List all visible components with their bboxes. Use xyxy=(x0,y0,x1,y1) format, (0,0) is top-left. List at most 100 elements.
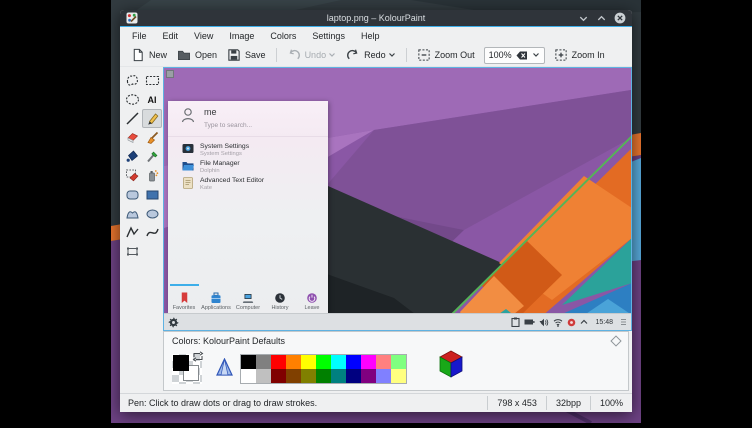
tool-curve[interactable] xyxy=(142,223,162,242)
canvas-viewport[interactable]: me Type to search... System Settings Sys… xyxy=(163,67,632,331)
tool-rounded-rectangle[interactable] xyxy=(122,185,142,204)
tool-zoom[interactable] xyxy=(122,242,142,261)
zoom-level-combobox[interactable]: 100% xyxy=(484,47,545,64)
menu-image[interactable]: Image xyxy=(221,29,262,43)
palette-color[interactable] xyxy=(271,355,286,369)
tool-brush[interactable] xyxy=(142,128,162,147)
palette-color[interactable] xyxy=(301,355,316,369)
tool-line[interactable] xyxy=(122,109,142,128)
launcher-item-system-settings: System Settings System Settings xyxy=(168,142,328,159)
palette-color[interactable] xyxy=(391,355,406,369)
tool-color-picker[interactable] xyxy=(142,147,162,166)
menu-file[interactable]: File xyxy=(124,29,155,43)
launcher-tab-applications: Applications xyxy=(200,284,232,313)
volume-icon xyxy=(539,318,549,327)
zoom-in-button[interactable]: Zoom In xyxy=(549,46,610,64)
foreground-color-swatch[interactable] xyxy=(173,355,189,371)
rounded-rectangle-icon xyxy=(125,187,140,202)
ellipse-icon xyxy=(145,206,160,221)
palette-color[interactable] xyxy=(256,369,271,383)
palette-color[interactable] xyxy=(241,369,256,383)
color-similarity-cube-icon[interactable] xyxy=(438,350,464,378)
palette-color[interactable] xyxy=(241,355,256,369)
tool-selection-elliptical[interactable] xyxy=(122,90,142,109)
palette-color[interactable] xyxy=(331,369,346,383)
new-label: New xyxy=(149,50,167,60)
launcher-item-title: Advanced Text Editor xyxy=(200,177,264,184)
palette-color[interactable] xyxy=(331,355,346,369)
window-controls xyxy=(578,12,626,24)
palette-color[interactable] xyxy=(361,355,376,369)
menu-settings[interactable]: Settings xyxy=(304,29,353,43)
tool-rectangle[interactable] xyxy=(142,185,162,204)
launcher-tab-label: Leave xyxy=(305,305,320,311)
undo-button[interactable]: Undo xyxy=(282,46,342,64)
zoom-out-button[interactable]: Zoom Out xyxy=(412,46,480,64)
leave-power-icon xyxy=(306,292,318,304)
palette-color[interactable] xyxy=(361,369,376,383)
tool-connected-lines[interactable] xyxy=(122,223,142,242)
curve-icon xyxy=(145,225,160,240)
redo-dropdown-icon[interactable] xyxy=(388,52,396,58)
launcher-tab-favorites: Favorites xyxy=(168,284,200,313)
palette-color[interactable] xyxy=(376,369,391,383)
file-manager-icon xyxy=(182,160,194,172)
tool-eraser[interactable] xyxy=(122,128,142,147)
foreground-background-swatch[interactable] xyxy=(172,354,202,384)
open-button[interactable]: Open xyxy=(172,46,222,64)
menu-help[interactable]: Help xyxy=(353,29,388,43)
clear-text-icon[interactable] xyxy=(516,51,528,60)
redo-button[interactable]: Redo xyxy=(341,46,401,64)
brush-tool-icon xyxy=(145,130,160,145)
palette-color[interactable] xyxy=(271,369,286,383)
new-button[interactable]: New xyxy=(126,46,172,64)
palette-color[interactable] xyxy=(346,369,361,383)
maximize-icon[interactable] xyxy=(596,13,607,24)
close-icon[interactable] xyxy=(614,12,626,24)
palette-color[interactable] xyxy=(316,369,331,383)
main-toolbar: New Open Save Undo xyxy=(120,44,632,67)
eraser-tool-icon xyxy=(125,130,140,145)
applications-icon xyxy=(210,292,222,304)
launcher-item-subtitle: System Settings xyxy=(200,151,242,157)
palette-color[interactable] xyxy=(376,355,391,369)
undo-icon xyxy=(287,48,301,62)
canvas-corner-grip xyxy=(166,70,174,78)
launcher-active-tab-indicator xyxy=(170,284,199,286)
minimize-icon[interactable] xyxy=(578,13,589,24)
zoom-in-label: Zoom In xyxy=(572,50,605,60)
toolbar-separator xyxy=(276,48,277,62)
palette-color[interactable] xyxy=(256,355,271,369)
tool-polygon[interactable] xyxy=(122,204,142,223)
launcher-item-text-editor: Advanced Text Editor Kate xyxy=(168,176,328,193)
palette-color[interactable] xyxy=(391,369,406,383)
rectangle-icon xyxy=(145,187,160,202)
spraycan-icon xyxy=(145,168,160,183)
tool-ellipse[interactable] xyxy=(142,204,162,223)
palette-color[interactable] xyxy=(286,369,301,383)
save-button[interactable]: Save xyxy=(222,46,271,64)
menu-view[interactable]: View xyxy=(186,29,221,43)
title-bar[interactable]: laptop.png – KolourPaint xyxy=(120,10,632,27)
dock-collapse-icon[interactable] xyxy=(610,335,621,346)
palette-color[interactable] xyxy=(286,355,301,369)
palette-color[interactable] xyxy=(301,369,316,383)
screenshot-root: { "window": { "title": "laptop.png – Kol… xyxy=(0,0,752,423)
tool-text[interactable]: AI xyxy=(142,90,162,109)
kolourpaint-window: laptop.png – KolourPaint File Edit View … xyxy=(120,10,632,412)
tool-flood-fill[interactable] xyxy=(122,147,142,166)
palette-color[interactable] xyxy=(316,355,331,369)
status-color-depth: 32bpp xyxy=(546,396,590,410)
menu-edit[interactable]: Edit xyxy=(155,29,187,43)
menu-colors[interactable]: Colors xyxy=(262,29,304,43)
colors-dock: Colors: KolourPaint Defaults xyxy=(163,331,629,391)
tool-color-eraser[interactable] xyxy=(122,166,142,185)
tool-selection-rectangular[interactable] xyxy=(142,71,162,90)
tool-spraycan[interactable] xyxy=(142,166,162,185)
tool-selection-free-form[interactable] xyxy=(122,71,142,90)
palette-color[interactable] xyxy=(346,355,361,369)
swap-colors-icon[interactable] xyxy=(192,351,204,362)
color-similarity-pyramid-icon[interactable] xyxy=(216,358,233,378)
tool-pen[interactable] xyxy=(142,109,162,128)
combobox-dropdown-icon[interactable] xyxy=(532,52,540,58)
